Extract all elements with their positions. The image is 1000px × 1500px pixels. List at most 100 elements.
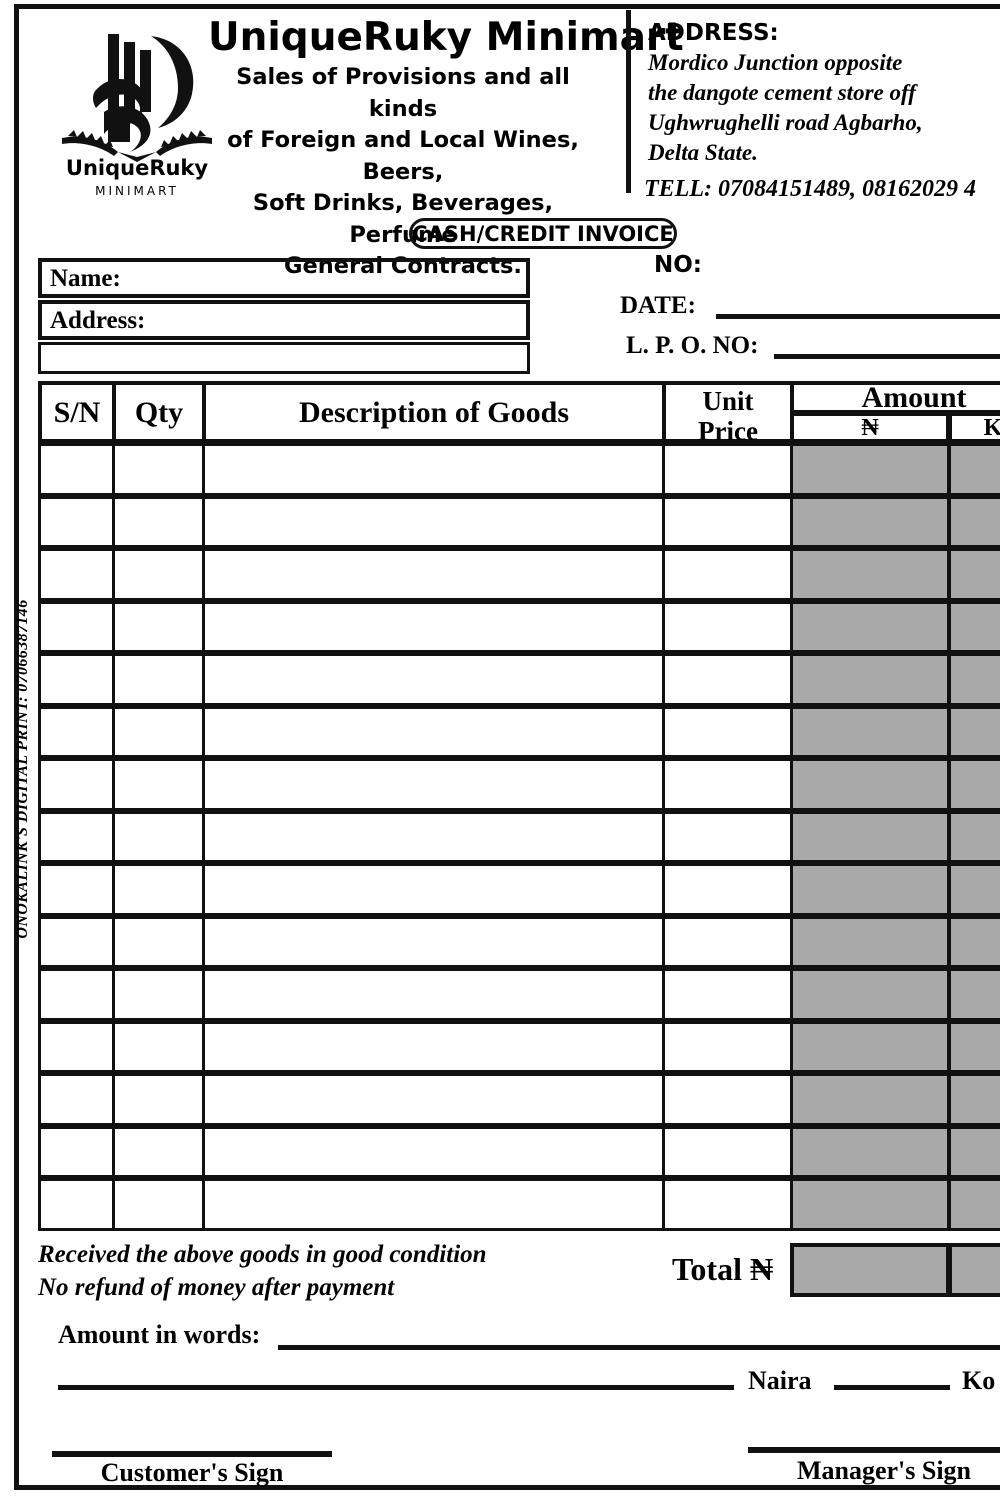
cell-description[interactable] [202,863,666,916]
cell-amount-naira[interactable] [790,653,950,706]
cell-unit-price[interactable] [662,968,794,1021]
cell-description[interactable] [202,810,666,863]
cell-unit-price[interactable] [662,863,794,916]
customer-address-field[interactable]: Address: [38,300,530,340]
cell-amount-kobo[interactable] [948,705,1000,758]
cell-description[interactable] [202,915,666,968]
cell-unit-price[interactable] [662,705,794,758]
cell-amount-naira[interactable] [790,758,950,811]
cell-description[interactable] [202,653,666,706]
cell-amount-kobo[interactable] [948,548,1000,601]
cell-amount-naira[interactable] [790,548,950,601]
cell-unit-price[interactable] [662,1125,794,1178]
cell-sn[interactable] [38,810,116,863]
cell-qty[interactable] [112,810,206,863]
cell-amount-kobo[interactable] [948,1125,1000,1178]
amount-in-words-rule-1[interactable] [278,1345,1000,1350]
cell-amount-kobo[interactable] [948,1020,1000,1073]
cell-amount-naira[interactable] [790,495,950,548]
cell-qty[interactable] [112,968,206,1021]
cell-description[interactable] [202,1073,666,1126]
cell-amount-kobo[interactable] [948,1073,1000,1126]
cell-unit-price[interactable] [662,810,794,863]
cell-amount-naira[interactable] [790,705,950,758]
invoice-lpo-row[interactable]: L. P. O. NO: [612,332,1000,372]
cell-amount-naira[interactable] [790,1020,950,1073]
cell-unit-price[interactable] [662,1178,794,1231]
cell-qty[interactable] [112,443,206,496]
cell-description[interactable] [202,1020,666,1073]
cell-amount-kobo[interactable] [948,600,1000,653]
cell-amount-kobo[interactable] [948,863,1000,916]
cell-amount-naira[interactable] [790,1178,950,1231]
cell-sn[interactable] [38,758,116,811]
cell-description[interactable] [202,758,666,811]
cell-unit-price[interactable] [662,495,794,548]
cell-sn[interactable] [38,915,116,968]
invoice-no-row[interactable]: NO: [612,252,1000,292]
cell-qty[interactable] [112,863,206,916]
amount-in-words-rule-2[interactable] [58,1385,734,1390]
cell-sn[interactable] [38,600,116,653]
cell-sn[interactable] [38,548,116,601]
customer-signature-rule[interactable] [52,1451,332,1457]
cell-sn[interactable] [38,1125,116,1178]
cell-description[interactable] [202,548,666,601]
cell-amount-naira[interactable] [790,968,950,1021]
cell-description[interactable] [202,600,666,653]
cell-amount-kobo[interactable] [948,653,1000,706]
cell-unit-price[interactable] [662,915,794,968]
cell-qty[interactable] [112,548,206,601]
cell-amount-kobo[interactable] [948,810,1000,863]
cell-qty[interactable] [112,915,206,968]
cell-unit-price[interactable] [662,548,794,601]
invoice-date-row[interactable]: DATE: [612,292,1000,332]
cell-qty[interactable] [112,1125,206,1178]
cell-amount-naira[interactable] [790,443,950,496]
cell-unit-price[interactable] [662,758,794,811]
cell-unit-price[interactable] [662,1073,794,1126]
cell-amount-naira[interactable] [790,1125,950,1178]
cell-description[interactable] [202,968,666,1021]
cell-qty[interactable] [112,705,206,758]
cell-sn[interactable] [38,705,116,758]
kobo-value-rule[interactable] [834,1385,950,1390]
cell-qty[interactable] [112,1020,206,1073]
cell-qty[interactable] [112,1073,206,1126]
cell-qty[interactable] [112,495,206,548]
cell-sn[interactable] [38,1073,116,1126]
cell-amount-naira[interactable] [790,810,950,863]
cell-amount-naira[interactable] [790,915,950,968]
cell-unit-price[interactable] [662,600,794,653]
cell-sn[interactable] [38,863,116,916]
cell-qty[interactable] [112,1178,206,1231]
cell-description[interactable] [202,1178,666,1231]
manager-signature-rule[interactable] [748,1447,1000,1453]
cell-amount-kobo[interactable] [948,1178,1000,1231]
cell-amount-kobo[interactable] [948,758,1000,811]
cell-sn[interactable] [38,443,116,496]
cell-sn[interactable] [38,968,116,1021]
cell-amount-kobo[interactable] [948,443,1000,496]
customer-address-continuation-field[interactable] [38,342,530,374]
cell-description[interactable] [202,705,666,758]
cell-unit-price[interactable] [662,653,794,706]
cell-qty[interactable] [112,600,206,653]
total-kobo-cell[interactable] [948,1243,1000,1297]
cell-sn[interactable] [38,1020,116,1073]
customer-name-field[interactable]: Name: [38,258,530,298]
cell-amount-kobo[interactable] [948,968,1000,1021]
cell-amount-kobo[interactable] [948,495,1000,548]
cell-amount-kobo[interactable] [948,915,1000,968]
cell-amount-naira[interactable] [790,863,950,916]
cell-amount-naira[interactable] [790,600,950,653]
cell-unit-price[interactable] [662,1020,794,1073]
cell-qty[interactable] [112,758,206,811]
cell-description[interactable] [202,495,666,548]
cell-description[interactable] [202,443,666,496]
total-naira-cell[interactable] [790,1243,950,1297]
cell-unit-price[interactable] [662,443,794,496]
cell-sn[interactable] [38,495,116,548]
cell-qty[interactable] [112,653,206,706]
cell-description[interactable] [202,1125,666,1178]
